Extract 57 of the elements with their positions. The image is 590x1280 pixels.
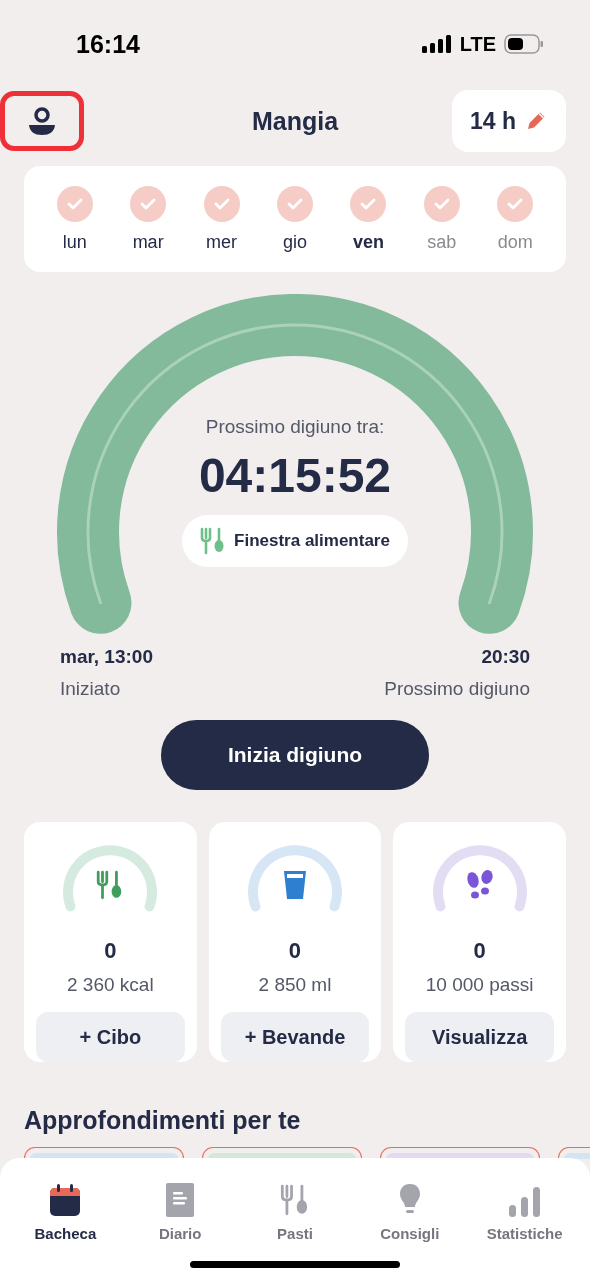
tracker-goal: 2 850 ml xyxy=(258,974,332,997)
day-label: dom xyxy=(497,231,533,253)
day-check[interactable] xyxy=(423,185,460,222)
day-label: gio xyxy=(282,231,307,253)
check-icon xyxy=(433,197,450,210)
screen-title: Mangia xyxy=(251,106,339,136)
status-time: 16:14 xyxy=(76,29,140,59)
end-label: Prossimo digiuno xyxy=(384,678,530,700)
tab-item[interactable]: Consigli xyxy=(357,1176,462,1242)
day-check[interactable] xyxy=(497,185,534,222)
tab-item[interactable]: Statistiche xyxy=(472,1176,577,1242)
check-icon xyxy=(360,197,377,210)
tab-item[interactable]: Bacheca xyxy=(13,1176,118,1242)
day-check[interactable] xyxy=(203,185,240,222)
countdown-caption: Prossimo digiuno tra: xyxy=(205,416,385,438)
section-heading: Approfondimenti per te xyxy=(24,1106,302,1135)
bar-chart-icon xyxy=(508,1187,541,1217)
day-label: ven xyxy=(352,231,384,253)
check-icon xyxy=(140,197,157,210)
cutlery-icon xyxy=(280,1183,310,1217)
document-icon xyxy=(166,1183,195,1217)
tracker-value: 0 xyxy=(288,938,302,965)
fasting-plan-button[interactable]: 14 h xyxy=(451,90,566,152)
tracker-button[interactable]: Visualizza xyxy=(405,1012,554,1062)
day-check[interactable] xyxy=(350,185,387,222)
tracker-value: 0 xyxy=(104,938,117,965)
tracker-goal: 2 360 kcal xyxy=(67,974,154,997)
calendar-icon xyxy=(49,1183,82,1217)
signal-icon xyxy=(421,35,452,53)
check-icon xyxy=(213,197,230,210)
phase-label: Finestra alimentare xyxy=(234,531,390,551)
start-fast-button[interactable]: Inizia digiuno xyxy=(161,720,429,790)
start-label: Iniziato xyxy=(60,678,122,700)
profile-icon xyxy=(26,105,58,137)
start-time: mar, 13:00 xyxy=(60,646,153,668)
check-icon xyxy=(66,197,83,210)
countdown-timer: 04:15:52 xyxy=(198,448,392,503)
tracker-value: 0 xyxy=(473,938,486,965)
battery-icon xyxy=(504,34,544,54)
day-check[interactable] xyxy=(276,185,313,222)
check-icon xyxy=(507,197,524,210)
day-label: mar xyxy=(132,231,164,253)
tracker-goal: 10 000 passi xyxy=(425,974,534,997)
day-label: lun xyxy=(62,231,87,253)
tracker-button[interactable]: + Cibo xyxy=(36,1012,185,1062)
tab-item[interactable]: Pasti xyxy=(243,1176,347,1242)
day-label: mer xyxy=(206,231,238,253)
network-label: LTE xyxy=(459,32,496,56)
glass-icon xyxy=(283,870,307,900)
day-check[interactable] xyxy=(56,185,93,222)
day-check[interactable] xyxy=(130,185,167,222)
tracker-button[interactable]: + Bevande xyxy=(220,1012,370,1062)
check-icon xyxy=(286,197,303,210)
tab-item[interactable]: Diario xyxy=(128,1176,233,1242)
day-label: sab xyxy=(427,231,457,253)
profile-button[interactable] xyxy=(0,91,84,151)
end-time: 20:30 xyxy=(481,646,530,668)
